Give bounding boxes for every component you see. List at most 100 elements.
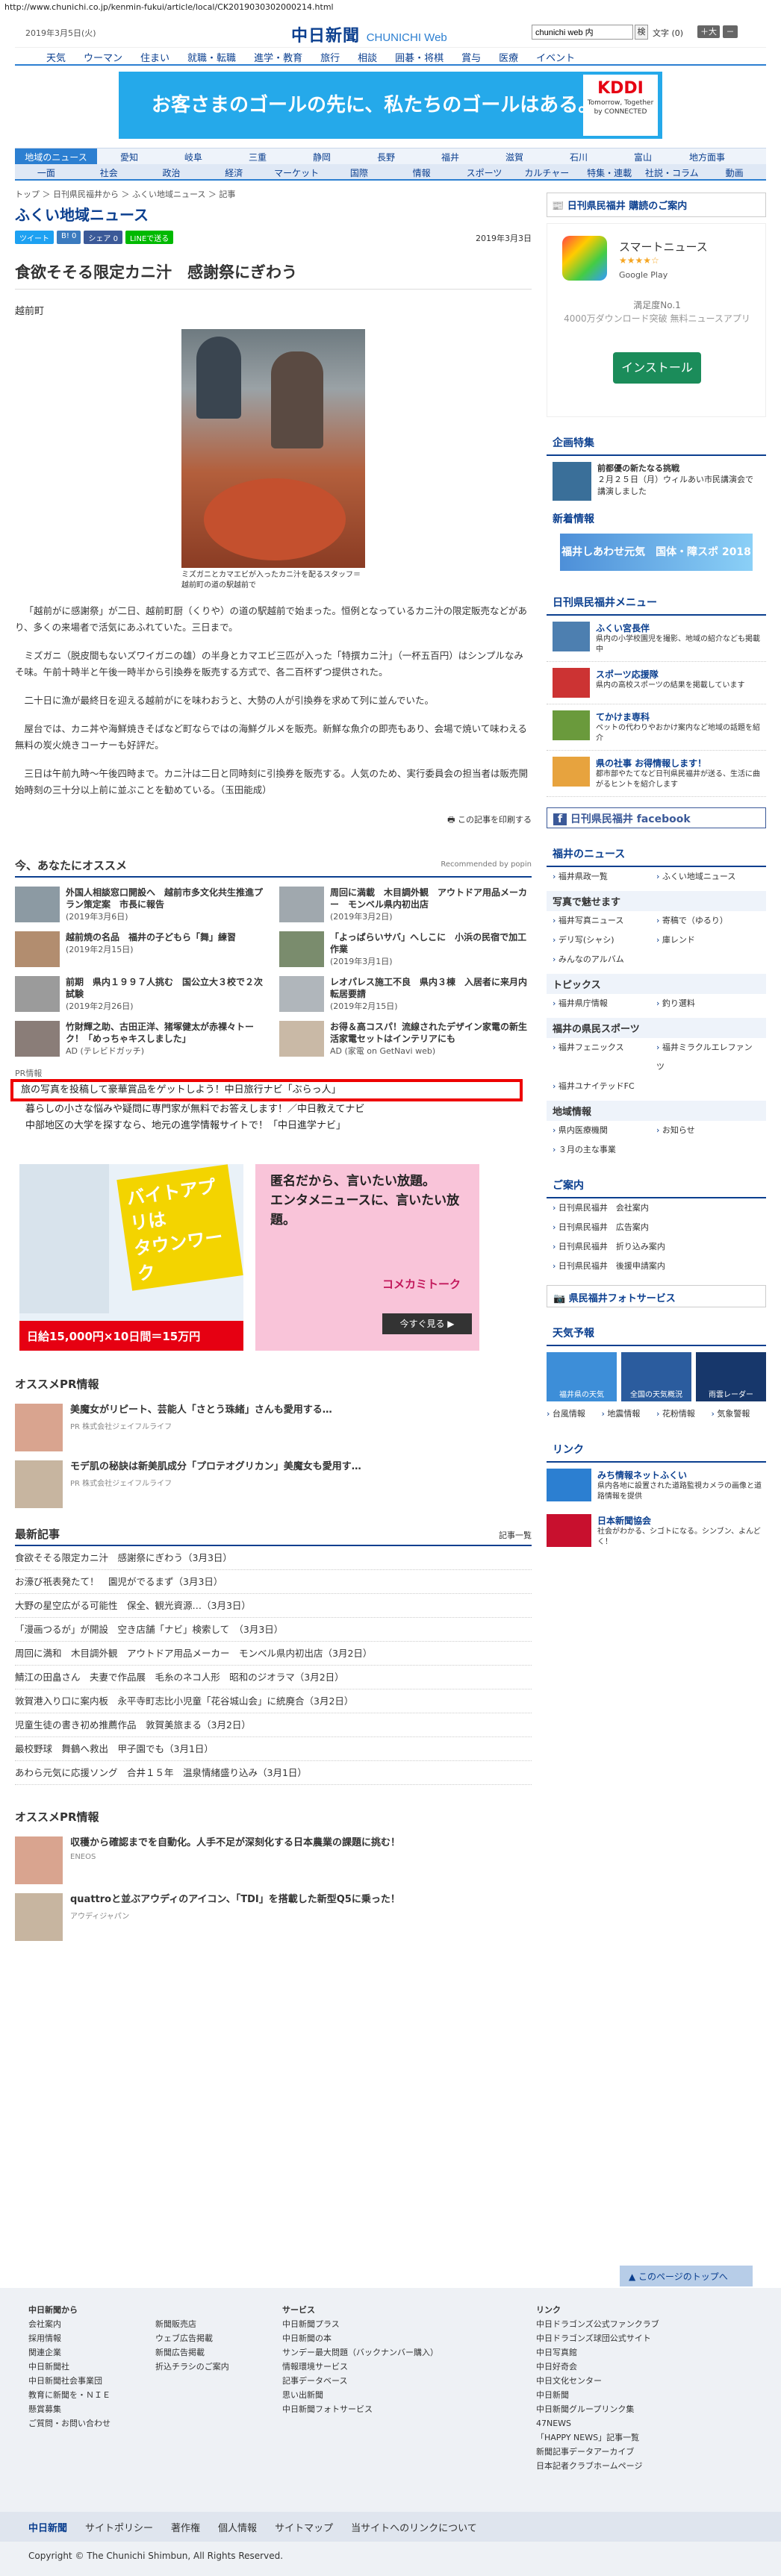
sidebar-link[interactable]: 気象警報 — [712, 1404, 767, 1424]
footer-link[interactable]: 中日新聞グループリンク集 — [536, 2402, 760, 2416]
footer-link[interactable]: 教育に新聞を・ＮＩＥ — [28, 2388, 155, 2402]
weather-tile[interactable]: 福井県の天気 — [547, 1352, 617, 1401]
footer-link[interactable]: 新聞広告掲載 — [155, 2345, 282, 2360]
footer-link[interactable]: 新聞販売店 — [155, 2317, 282, 2331]
footer-link[interactable]: 採用情報 — [28, 2331, 155, 2345]
sidebar-link[interactable]: 花粉情報 — [656, 1404, 712, 1424]
category-nav-item[interactable]: 政治 — [140, 164, 203, 179]
townwork-ad[interactable]: バイトアプリは タウンワーク 日給15,000円×10日間＝15万円 — [19, 1164, 243, 1351]
tweet-button[interactable]: ツイート — [15, 231, 54, 244]
category-nav-item[interactable]: 社会 — [78, 164, 140, 179]
footer-link[interactable]: 折込チラシのご案内 — [155, 2360, 282, 2374]
region-nav-item[interactable]: 地方面事 — [675, 149, 739, 164]
footer-link[interactable]: 思い出新聞 — [282, 2388, 536, 2402]
back-to-top[interactable]: ▲ このページのトップへ — [620, 2266, 753, 2286]
gnav-item[interactable]: 住まい — [131, 48, 178, 64]
kokutai-banner[interactable]: 福井しあわせ元気 国体・障スポ 2018 — [560, 534, 753, 571]
font-minus-button[interactable]: － — [723, 25, 738, 38]
article-photo[interactable] — [181, 329, 365, 568]
facebook-link[interactable]: f 日刊県民福井 facebook — [547, 807, 766, 828]
gnav-item[interactable]: 医療 — [490, 48, 527, 64]
menu-item[interactable]: ふくい宮長伴 県内の小学校園児を撮影、地域の紹介なども掲載中 — [547, 616, 766, 662]
footer-nav-item[interactable]: 著作権 — [171, 2520, 200, 2534]
footer-link[interactable]: ウェブ広告掲載 — [155, 2331, 282, 2345]
region-nav-item[interactable]: 滋賀 — [482, 149, 547, 164]
sidebar-link[interactable]: 福井ユナイテッドFC — [553, 1077, 656, 1096]
region-nav-item[interactable]: 富山 — [611, 149, 675, 164]
footer-link[interactable]: 新聞記事データアーカイブ — [536, 2445, 760, 2459]
sidebar-link[interactable]: 福井県庁情報 — [553, 994, 656, 1013]
footer-nav-item[interactable]: サイトポリシー — [85, 2520, 153, 2534]
gnav-item[interactable]: 進学・教育 — [245, 48, 311, 64]
footer-link[interactable]: 関連企業 — [28, 2345, 155, 2360]
category-nav-item[interactable]: 動画 — [703, 164, 766, 179]
region-nav-item[interactable]: 静岡 — [290, 149, 354, 164]
sidebar-link[interactable]: 日刊県民福井 後援申請案内 — [553, 1257, 760, 1276]
sidebar-link[interactable]: 県内医療機関 — [553, 1121, 656, 1140]
facebook-share-button[interactable]: シェア 0 — [84, 231, 122, 244]
pr-item[interactable]: 収穫から確認までを自動化。人手不足が深刻化する日本農業の課題に挑む！ ENEOS — [15, 1836, 532, 1884]
weather-tile[interactable]: 全国の天気概況 — [621, 1352, 691, 1401]
sidebar-link[interactable]: 釣り選料 — [656, 994, 760, 1013]
footer-link[interactable]: 中日新聞プラス — [282, 2317, 536, 2331]
sidebar-link[interactable]: 福井ミラクルエレファンツ — [656, 1038, 760, 1077]
footer-link[interactable]: 中日好奇会 — [536, 2360, 760, 2374]
footer-link[interactable]: 中日新聞の本 — [282, 2331, 536, 2345]
sidebar-link[interactable]: 福井フェニックス — [553, 1038, 656, 1077]
pr-item[interactable]: モデ肌の秘訣は新美肌成分「プロテオグリカン」美魔女も愛用す… PR 株式会社ジェイ… — [15, 1460, 532, 1508]
sidebar-link[interactable]: 庫レンド — [656, 931, 760, 950]
footer-link[interactable]: 記事データベース — [282, 2374, 536, 2388]
ad2-cta[interactable]: 今すぐ見る ▶ — [382, 1313, 472, 1334]
latest-article-link[interactable]: あわら元気に応援ソング 合井１５年 温泉情緒盛り込み（3月1日） — [15, 1761, 532, 1785]
breadcrumb[interactable]: トップ ＞ 日刊県民福井から ＞ ふくい地域ニュース ＞ 記事 — [15, 188, 532, 200]
pr-link-highlighted[interactable]: 旅の写真を投稿して豪華賞品をゲットしよう！中日旅行ナビ「ぶらっ人」 — [10, 1079, 523, 1101]
latest-article-link[interactable]: 鯖江の田畠さん 夫妻で作品展 毛糸のネコ人形 昭和のジオラマ（3月2日） — [15, 1666, 532, 1689]
category-nav-item[interactable]: スポーツ — [453, 164, 516, 179]
region-nav-item[interactable]: 福井 — [418, 149, 482, 164]
hatena-button[interactable]: B! 0 — [57, 231, 81, 244]
latest-more-link[interactable]: 記事一覧 — [499, 1529, 532, 1541]
region-nav-item[interactable]: 愛知 — [97, 149, 161, 164]
photo-service-link[interactable]: 📷 県民福井フォトサービス — [547, 1285, 766, 1307]
recommend-item[interactable]: お得＆高コスパ！流線されたデザイン家電の新生活家電セットはインテリアにも AD (… — [279, 1021, 532, 1057]
footer-link[interactable]: 情報環境サービス — [282, 2360, 536, 2374]
region-nav-item[interactable]: 長野 — [354, 149, 418, 164]
recommend-item[interactable]: 外国人相談窓口開設へ 越前市多文化共生推進プラン策定案 市長に報告 (2019年3… — [15, 887, 267, 922]
footer-nav-item[interactable]: サイトマップ — [275, 2520, 333, 2534]
footer-link[interactable]: 中日新聞フォトサービス — [282, 2402, 536, 2416]
gnav-item[interactable]: 囲碁・将棋 — [386, 48, 452, 64]
latest-article-link[interactable]: 「漫画つるが」が開設 空き店舗「ナビ」検索して （3月3日） — [15, 1618, 532, 1642]
footer-link[interactable]: 47NEWS — [536, 2416, 760, 2430]
footer-link[interactable]: 中日写真館 — [536, 2345, 760, 2360]
pr-item[interactable]: 美魔女がリピート、芸能人「さとう珠緒」さんも愛用する… PR 株式会社ジェイフルラ… — [15, 1404, 532, 1451]
menu-item[interactable]: スポーツ応援隊 県内の高校スポーツの結果を掲載しています — [547, 662, 766, 704]
recommend-item[interactable]: 前期 県内１９９７人挑む 国公立大３校で２次試験 (2019年2月26日) — [15, 976, 267, 1012]
gnav-item[interactable]: 天気 — [37, 48, 75, 64]
region-nav-item[interactable]: 地域のニュース — [15, 149, 97, 164]
gnav-item[interactable]: 就職・転職 — [178, 48, 245, 64]
category-nav-item[interactable]: マーケット — [265, 164, 328, 179]
latest-article-link[interactable]: 最校野球 舞鶴へ救出 甲子園でも（3月1日） — [15, 1737, 532, 1761]
footer-link[interactable]: 日本記者クラブホームページ — [536, 2459, 760, 2473]
latest-article-link[interactable]: 大野の星空広がる可能性 保全、観光資源…（3月3日） — [15, 1594, 532, 1618]
sidebar-link[interactable]: 福井写真ニュース — [553, 911, 656, 931]
gnav-item[interactable]: ウーマン — [75, 48, 131, 64]
install-button[interactable]: インストール — [613, 352, 701, 384]
komekami-ad[interactable]: 匿名だから、言いたい放題。 エンタメニュースに、言いたい放題。 コメカミトーク 今… — [255, 1164, 479, 1351]
gnav-item[interactable]: 賞与 — [452, 48, 490, 64]
category-nav-item[interactable]: 情報 — [390, 164, 453, 179]
latest-article-link[interactable]: お濠び祇表発たて！ 園児がでるまず（3月3日） — [15, 1570, 532, 1594]
gnav-item[interactable]: 相談 — [349, 48, 386, 64]
sidebar-link[interactable]: 日刊県民福井 広告案内 — [553, 1218, 760, 1237]
footer-link[interactable]: 中日文化センター — [536, 2374, 760, 2388]
subscribe-link[interactable]: 📰 日刊県民福井 購読のご案内 — [547, 193, 766, 217]
recommend-item[interactable]: 周回に満載 木目調外観 アウトドア用品メーカー モンベル県内初出店 (2019年3… — [279, 887, 532, 922]
kikaku-item[interactable]: 前都優の新たなる挑戦 ２月２５日（月）ウィルあい市民講演会で講演しました — [547, 456, 766, 507]
weather-tile[interactable]: 雨雲レーダー — [696, 1352, 766, 1401]
site-logo[interactable]: 中日新聞 CHUNICHI Web — [291, 22, 447, 46]
external-link[interactable]: みち情報ネットふくい 県内各地に設置された道路監視カメラの画像と道路情報を提供 — [547, 1463, 766, 1508]
menu-item[interactable]: 県の社事 お得情報します！ 都市部やたてなど日刊県民福井が送る、生活に曲がるヒント… — [547, 751, 766, 797]
pr-link[interactable]: 中部地区の大学を探すなら、地元の進学情報サイトで！「中日進学ナビ」 — [15, 1118, 532, 1134]
footer-nav-item[interactable]: 当サイトへのリンクについて — [351, 2520, 477, 2534]
footer-nav-item[interactable]: 中日新聞 — [28, 2520, 67, 2534]
